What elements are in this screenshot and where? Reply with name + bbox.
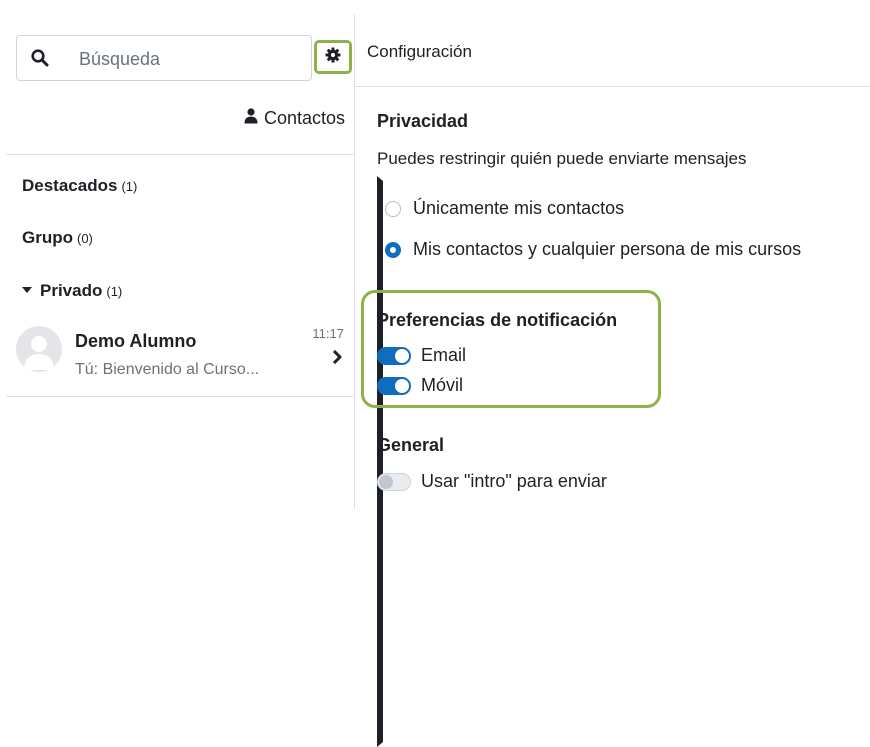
conversation-item[interactable]: Demo Alumno Tú: Bienvenido al Curso... 1…	[6, 316, 354, 396]
privacy-option-contacts[interactable]: Únicamente mis contactos	[385, 198, 624, 219]
search-input[interactable]	[79, 46, 299, 72]
divider	[6, 396, 354, 397]
conversation-time: 11:17	[312, 326, 344, 341]
search-box	[16, 35, 312, 81]
toggle-label: Usar "intro" para enviar	[421, 471, 607, 491]
gear-icon	[325, 47, 341, 68]
section-name: Destacados	[22, 176, 118, 195]
conversation-name: Demo Alumno	[75, 331, 197, 351]
privacy-heading: Privacidad	[377, 111, 469, 131]
section-name: Grupo	[22, 228, 73, 247]
chevron-right-icon	[332, 349, 342, 369]
toggle-switch[interactable]	[377, 472, 411, 491]
contacts-link[interactable]: Contactos	[244, 108, 345, 129]
settings-button[interactable]	[314, 40, 352, 74]
search-icon	[31, 49, 49, 72]
toggle-switch[interactable]	[377, 376, 411, 395]
section-count: (0)	[77, 231, 93, 246]
notifications-heading: Preferencias de notificación	[377, 310, 618, 330]
section-group[interactable]: Grupo (0)	[22, 228, 383, 747]
settings-title: Configuración	[367, 42, 472, 61]
general-heading: General	[377, 435, 445, 455]
divider	[6, 154, 354, 155]
section-private[interactable]: Privado (1)	[22, 281, 122, 301]
privacy-description: Puedes restringir quién puede enviarte m…	[377, 149, 747, 168]
user-icon	[244, 108, 258, 129]
section-count: (1)	[121, 179, 138, 194]
toggle-switch[interactable]	[377, 346, 411, 365]
privacy-option-contacts-and-courses[interactable]: Mis contactos y cualquier persona de mis…	[385, 239, 801, 260]
contacts-label: Contactos	[263, 108, 345, 128]
toggle-enter-to-send[interactable]: Usar "intro" para enviar	[377, 471, 607, 492]
option-label: Únicamente mis contactos	[413, 198, 625, 218]
toggle-label: Móvil	[421, 375, 464, 395]
avatar	[16, 326, 62, 372]
caret-down-icon	[22, 287, 32, 293]
radio-button-selected[interactable]	[385, 241, 401, 258]
section-name: Privado	[40, 281, 103, 300]
settings-panel: Configuración Privacidad Puedes restring…	[355, 0, 870, 509]
toggle-mobile[interactable]: Móvil	[377, 375, 463, 396]
messaging-left-panel: Contactos Destacados (1) Grupo (0) Priva…	[0, 0, 383, 747]
section-starred[interactable]: Destacados (1)	[22, 176, 383, 695]
conversation-last-message: Tú: Bienvenido al Curso...	[75, 361, 260, 378]
section-count: (1)	[106, 284, 123, 299]
divider	[355, 86, 870, 87]
toggle-email[interactable]: Email	[377, 345, 466, 366]
radio-button[interactable]	[385, 200, 401, 217]
option-label: Mis contactos y cualquier persona de mis…	[413, 239, 802, 259]
toggle-label: Email	[421, 345, 467, 365]
